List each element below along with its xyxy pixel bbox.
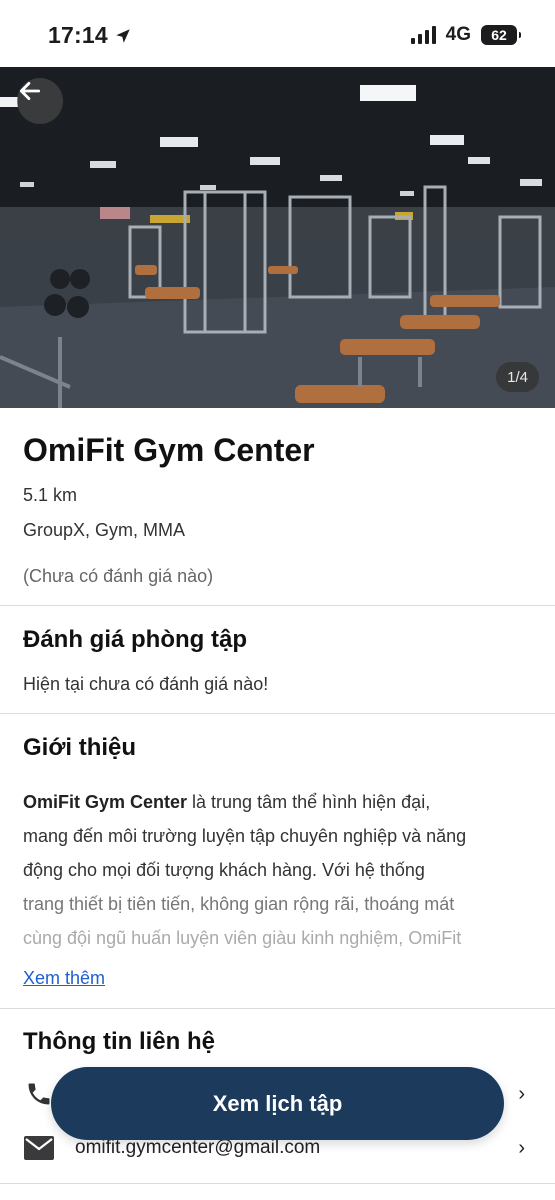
back-button[interactable] — [17, 78, 63, 124]
intro-bold-lead: OmiFit Gym Center — [23, 792, 188, 812]
email-icon — [23, 1134, 55, 1162]
battery-level: 62 — [491, 27, 507, 43]
status-bar: 17:14 4G 62 — [0, 0, 555, 67]
status-time-text: 17:14 — [48, 22, 108, 48]
divider — [0, 1183, 555, 1184]
intro-title: Giới thiệu — [23, 734, 137, 761]
see-more-link[interactable]: Xem thêm — [23, 968, 105, 989]
status-indicators: 4G 62 — [410, 24, 521, 46]
gym-interior-image — [0, 67, 555, 408]
gym-photo-carousel[interactable]: 1/4 — [0, 67, 555, 408]
view-schedule-button[interactable]: Xem lịch tập — [51, 1067, 504, 1140]
arrow-left-icon — [19, 82, 41, 100]
divider — [0, 605, 555, 606]
location-arrow-icon — [116, 28, 130, 43]
reviews-title: Đánh giá phòng tập — [23, 626, 247, 653]
gym-distance: 5.1 km — [23, 485, 78, 505]
reviews-empty-text: Hiện tại chưa có đánh giá nào! — [23, 674, 269, 694]
divider — [0, 713, 555, 714]
contact-email: omifit.gymcenter@gmail.com — [75, 1137, 321, 1158]
chevron-right-icon: › — [518, 1082, 525, 1105]
battery-icon: 62 — [481, 25, 521, 45]
intro-line5: cùng đội ngũ huấn luyện viên giàu kinh n… — [23, 928, 462, 948]
contact-title: Thông tin liên hệ — [23, 1028, 215, 1055]
intro-line2: mang đến môi trường luyện tập chuyên ngh… — [23, 826, 467, 846]
intro-line3: động cho mọi đối tượng khách hàng. Với h… — [23, 860, 425, 880]
intro-text: OmiFit Gym Center là trung tâm thể hình … — [23, 785, 533, 955]
divider — [0, 1008, 555, 1009]
chevron-right-icon: › — [518, 1136, 525, 1159]
network-type: 4G — [445, 24, 471, 45]
image-counter: 1/4 — [496, 362, 539, 392]
gym-categories: GroupX, Gym, MMA — [23, 520, 186, 540]
rating-summary: (Chưa có đánh giá nào) — [23, 566, 214, 586]
signal-icon — [410, 26, 436, 44]
intro-line1: là trung tâm thể hình hiện đại, — [187, 792, 431, 812]
gym-name: OmiFit Gym Center — [23, 432, 315, 468]
status-time: 17:14 — [48, 22, 132, 49]
intro-line4: trang thiết bị tiên tiến, không gian rộn… — [23, 894, 455, 914]
